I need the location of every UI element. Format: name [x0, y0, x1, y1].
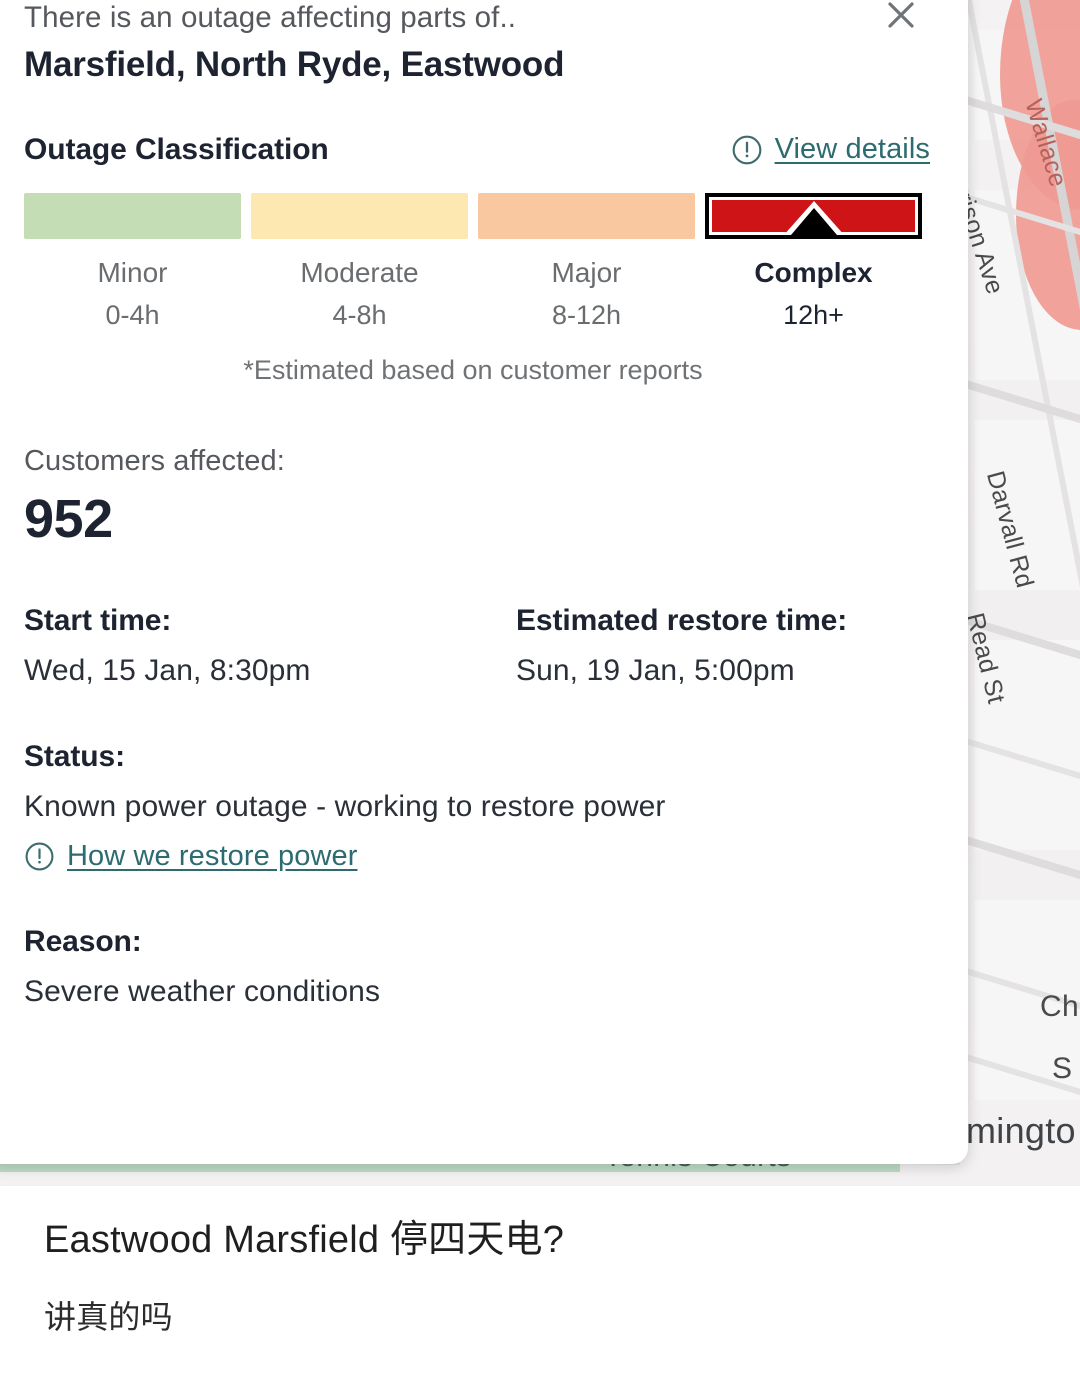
estimation-note: *Estimated based on customer reports [243, 355, 703, 386]
view-details-link[interactable]: View details [731, 133, 930, 166]
start-time-label: Start time: [24, 604, 172, 638]
info-circle-icon [25, 842, 54, 871]
start-time-value: Wed, 15 Jan, 8:30pm [24, 654, 311, 688]
map-label: mingto [966, 1110, 1076, 1151]
segment-swatch [251, 192, 468, 239]
status-block: Status: Known power outage - working to … [24, 740, 944, 873]
outage-classification-bar: Minor 0-4h Moderate 4-8h Major 8-12h Com… [24, 192, 944, 331]
segment-pointer-icon [790, 207, 837, 235]
customers-affected-label: Customers affected: [24, 445, 285, 478]
reason-label: Reason: [24, 925, 142, 959]
outage-detail-panel: There is an outage affecting parts of.. … [0, 0, 968, 1164]
classification-title: Outage Classification [24, 132, 329, 166]
close-button[interactable] [878, 0, 924, 38]
segment-range: 0-4h [105, 299, 160, 330]
map-label: Ch [1040, 990, 1079, 1023]
restore-time-block: Estimated restore time: Sun, 19 Jan, 5:0… [516, 604, 847, 688]
restore-time-value: Sun, 19 Jan, 5:00pm [516, 654, 795, 688]
segment-swatch-selected [705, 192, 922, 239]
segment-inner [709, 196, 918, 235]
status-label: Status: [24, 740, 125, 774]
segment-label: Major [551, 256, 622, 288]
status-value: Known power outage - working to restore … [24, 790, 666, 824]
info-circle-icon [732, 135, 761, 165]
close-x-icon [888, 2, 914, 28]
segment-fill [712, 199, 915, 235]
start-time-block: Start time: Wed, 15 Jan, 8:30pm [24, 604, 516, 688]
segment-label: Complex [754, 256, 873, 288]
customers-affected-value: 952 [24, 489, 113, 550]
segment-label: Minor [97, 256, 168, 288]
time-grid: Start time: Wed, 15 Jan, 8:30pm Estimate… [24, 604, 944, 688]
reason-value: Severe weather conditions [24, 975, 381, 1009]
page-title: Marsfield, North Ryde, Eastwood [24, 45, 565, 85]
panel-eyebrow: There is an outage affecting parts of.. [24, 1, 517, 34]
classification-segment-complex[interactable]: Complex 12h+ [705, 192, 922, 331]
restore-time-label: Estimated restore time: [516, 604, 848, 638]
classification-segment-moderate[interactable]: Moderate 4-8h [251, 192, 468, 331]
classification-header-row: Outage Classification View details [24, 133, 944, 167]
map-label: S [1052, 1052, 1073, 1085]
classification-segment-minor[interactable]: Minor 0-4h [24, 192, 241, 331]
segment-swatch [478, 192, 695, 239]
classification-segment-major[interactable]: Major 8-12h [478, 192, 695, 331]
segment-label: Moderate [300, 256, 419, 288]
post-body: 讲真的吗 [44, 1298, 173, 1335]
post-area: Eastwood Marsfield 停四天电? 讲真的吗 [0, 1186, 1080, 1380]
segment-range: 4-8h [332, 299, 387, 330]
segment-range: 8-12h [551, 299, 622, 330]
reason-block: Reason: Severe weather conditions [24, 925, 944, 1009]
segment-swatch [24, 192, 241, 239]
segment-range: 12h+ [783, 299, 844, 330]
view-details-label: View details [774, 133, 930, 166]
how-we-restore-power-label: How we restore power [67, 840, 358, 873]
post-title: Eastwood Marsfield 停四天电? [44, 1219, 565, 1261]
how-we-restore-power-link[interactable]: How we restore power [24, 840, 944, 873]
